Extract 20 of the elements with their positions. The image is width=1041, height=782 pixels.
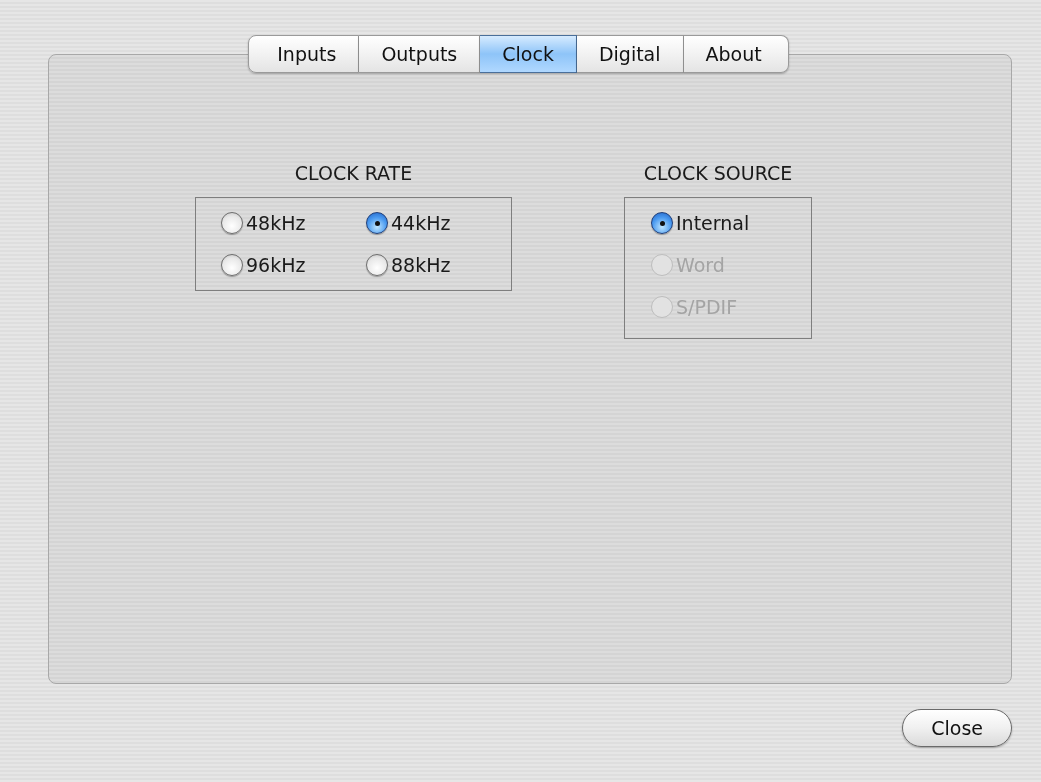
tab[interactable]: Outputs bbox=[359, 35, 481, 73]
radio-label: 96kHz bbox=[246, 254, 306, 276]
radio-button[interactable] bbox=[221, 212, 243, 234]
radio-label: Internal bbox=[676, 212, 750, 234]
close-button[interactable]: Close bbox=[902, 709, 1012, 747]
radio-button[interactable] bbox=[366, 212, 388, 234]
radio-label: 88kHz bbox=[391, 254, 451, 276]
tab[interactable]: About bbox=[683, 35, 789, 73]
group-title: CLOCK RATE bbox=[294, 162, 413, 184]
radio-label: S/PDIF bbox=[676, 296, 738, 318]
tab[interactable]: Digital bbox=[576, 35, 684, 73]
radio-label: 48kHz bbox=[246, 212, 306, 234]
radio-label: Word bbox=[676, 254, 725, 276]
radio-button[interactable] bbox=[651, 212, 673, 234]
tab[interactable]: Inputs bbox=[248, 35, 360, 73]
tab[interactable]: Clock bbox=[480, 35, 577, 73]
radio-label: 44kHz bbox=[391, 212, 451, 234]
radio-button[interactable] bbox=[221, 254, 243, 276]
group-title: CLOCK SOURCE bbox=[643, 162, 793, 184]
radio-button[interactable] bbox=[366, 254, 388, 276]
